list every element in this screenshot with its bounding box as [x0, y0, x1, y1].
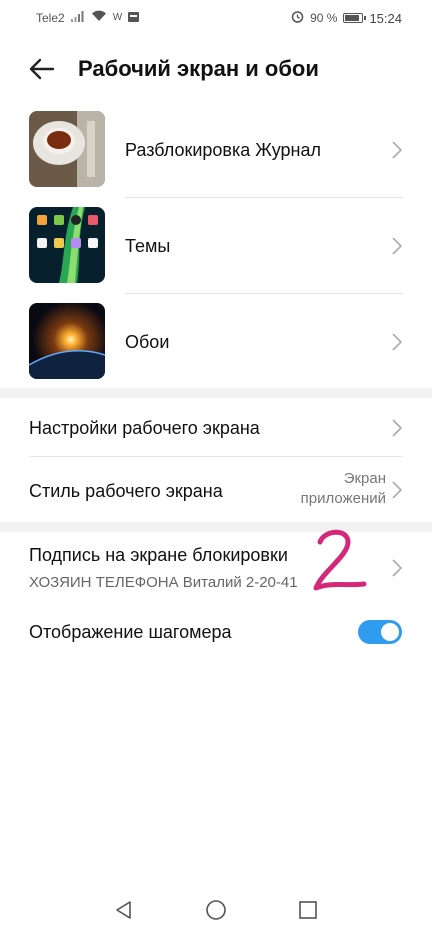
home-screen-settings-item[interactable]: Настройки рабочего экрана [0, 400, 432, 456]
system-nav-bar [0, 884, 432, 936]
recents-square-icon [299, 901, 317, 919]
page-title: Рабочий экран и обои [78, 56, 319, 81]
wifi-icon [91, 10, 107, 25]
home-screen-style-value: Экран приложений [301, 469, 386, 509]
status-left: Tele2 W [36, 10, 140, 25]
nav-recents-button[interactable] [294, 896, 322, 924]
pedometer-display-item[interactable]: Отображение шагомера [0, 608, 432, 658]
home-screen-settings-label: Настройки рабочего экрана [29, 418, 260, 438]
pedometer-toggle[interactable] [358, 620, 402, 644]
battery-percent: 90 % [310, 11, 338, 25]
back-arrow-icon [29, 58, 55, 80]
battery-icon [343, 13, 367, 23]
lock-screen-signature-label: Подпись на экране блокировки [29, 545, 288, 565]
back-triangle-icon [116, 901, 131, 919]
home-screen-style-value-line2: приложений [300, 490, 386, 507]
home-screen-style-label: Стиль рабочего экрана [29, 481, 223, 501]
carrier-name: Tele2 [36, 10, 65, 25]
handwritten-annotation: 2 [310, 528, 367, 591]
wallpapers-item[interactable]: Обои [0, 302, 432, 382]
chevron-right-icon [392, 237, 402, 255]
home-circle-icon [206, 900, 226, 920]
nav-back-button[interactable] [110, 896, 138, 924]
toggle-knob [381, 623, 399, 641]
divider [125, 293, 403, 294]
chevron-right-icon [392, 481, 402, 499]
chevron-right-icon [392, 559, 402, 577]
wallpapers-thumbnail [29, 303, 105, 379]
unlock-magazine-item[interactable]: Разблокировка Журнал [0, 110, 432, 190]
signal-icon [70, 10, 85, 25]
themes-thumbnail [29, 207, 105, 283]
back-button[interactable] [26, 54, 58, 84]
home-screen-style-value-line1: Экран [343, 470, 386, 487]
unlock-magazine-label: Разблокировка Журнал [125, 140, 321, 160]
unlock-magazine-thumbnail [29, 111, 105, 187]
nav-home-button[interactable] [202, 896, 230, 924]
themes-label: Темы [125, 236, 171, 256]
status-bar: Tele2 W 90 % 15:24 [0, 0, 432, 36]
lock-screen-signature-value: ХОЗЯИН ТЕЛЕФОНА Виталий 2-20-41 [29, 574, 298, 591]
pedometer-display-label: Отображение шагомера [29, 622, 232, 642]
chevron-right-icon [392, 141, 402, 159]
home-screen-style-item[interactable]: Стиль рабочего экрана Экран приложений [0, 457, 432, 521]
chevron-right-icon [392, 333, 402, 351]
chevron-right-icon [392, 419, 402, 437]
page-header: Рабочий экран и обои [0, 44, 432, 94]
annotation-text: 2 [310, 528, 311, 529]
notification-icon [128, 11, 140, 25]
themes-item[interactable]: Темы [0, 206, 432, 286]
alarm-icon [291, 10, 304, 26]
status-right: 90 % 15:24 [291, 10, 402, 26]
section-separator [0, 388, 432, 398]
clock: 15:24 [369, 10, 402, 26]
wallpapers-label: Обои [125, 332, 170, 352]
divider [125, 197, 403, 198]
network-indicator: W [112, 12, 123, 23]
